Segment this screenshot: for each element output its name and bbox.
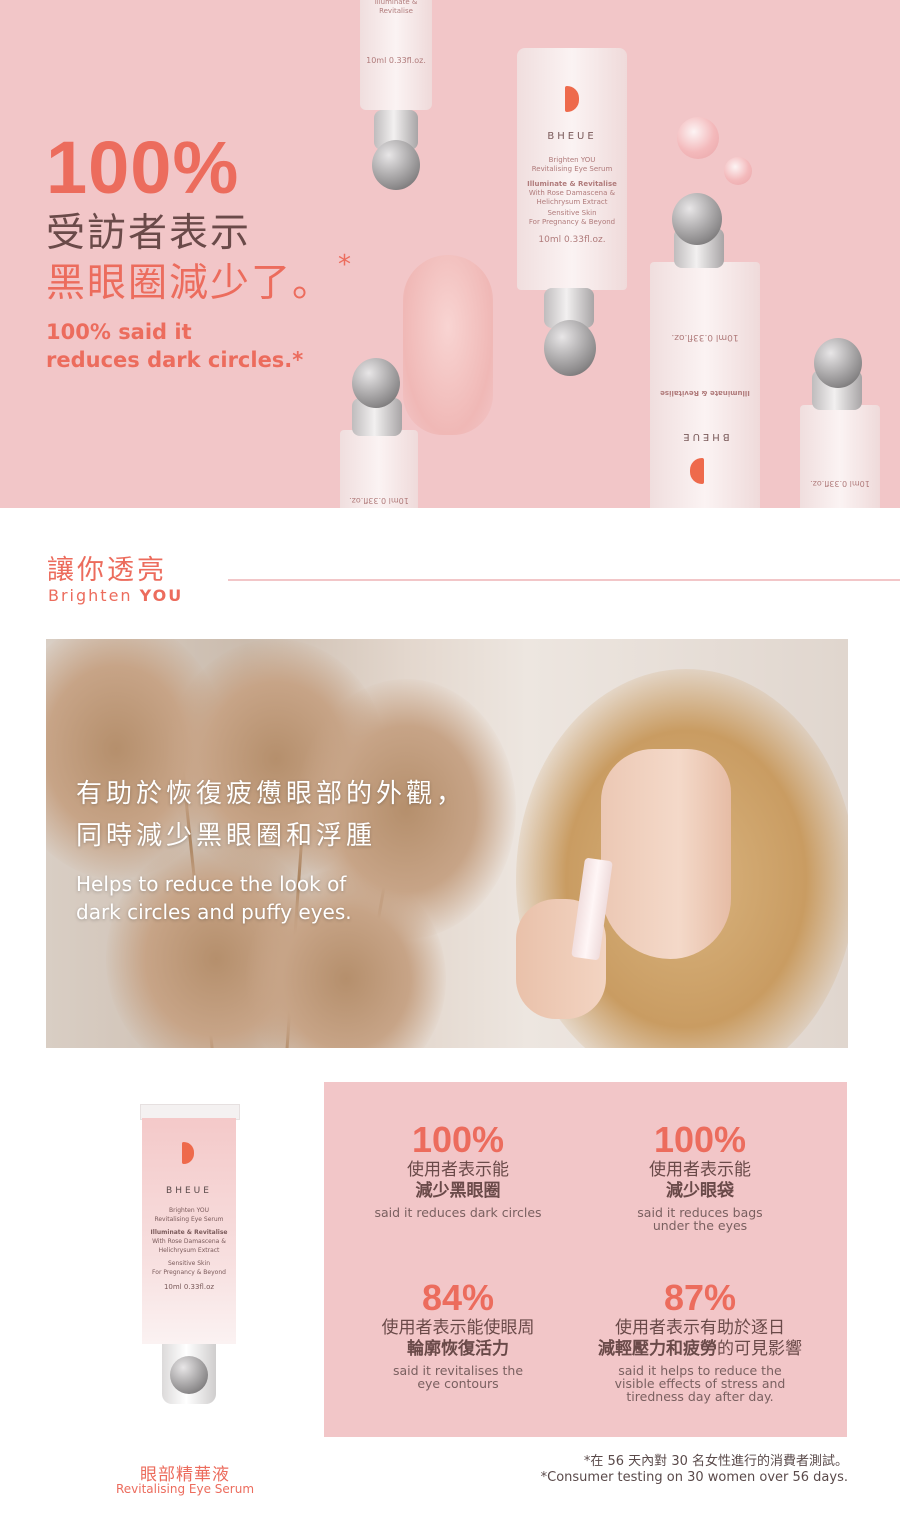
hero-headline-zh-2: 黑眼圈減少了。 — [46, 261, 334, 306]
tube-subtitle: Revitalising Eye Serum — [531, 165, 613, 173]
footnote-en: *Consumer testing on 30 women over 56 da… — [540, 1470, 848, 1485]
tube-volume: 10ml 0.33fl.oz. — [349, 496, 409, 505]
stat-zh-bold: 減少眼袋 — [666, 1181, 734, 1201]
serum-drop — [677, 117, 719, 159]
product-image: BHEUE Brighten YOU Revitalising Eye Seru… — [140, 1104, 240, 1404]
brand-logo — [182, 1142, 194, 1164]
tube-ingredients-2: Helichrysum Extract — [536, 198, 608, 206]
stat-en: said it helps to reduce the visible effe… — [614, 1363, 786, 1404]
results-panel: 100% 使用者表示能 減少黑眼圈 said it reduces dark c… — [324, 1082, 847, 1437]
roller-ball — [544, 320, 596, 376]
product-tube-image: 10ml 0.33fl.oz. — [800, 405, 880, 508]
tube-body: BHEUE Brighten YOU Revitalising Eye Seru… — [142, 1118, 236, 1344]
tube-volume: 10ml 0.33fl.oz. — [366, 56, 426, 65]
tube-claim: Illuminate & Revitalise — [660, 389, 750, 397]
product-label-line: Brighten YOU — [168, 1207, 210, 1214]
hero-headline-zh-1: 受訪者表示 — [46, 211, 252, 256]
tube-volume: 10ml 0.33fl.oz. — [538, 235, 606, 245]
section-title-en: Brighten YOU — [48, 586, 183, 605]
stat-zh-line-2: 減輕壓力和疲勞的可見影響 — [580, 1339, 820, 1360]
stat-en: said it reduces bags under the eyes — [637, 1205, 763, 1233]
product-tube-image: 10ml 0.33fl.oz. Illuminate & Revitalise … — [650, 262, 760, 508]
stat-value: 100% — [653, 1119, 747, 1160]
product-volume: 10ml 0.33fl.oz — [163, 1283, 215, 1291]
tube-volume: 10ml 0.33fl.oz. — [810, 479, 870, 488]
section-title-zh: 讓你透亮 — [47, 555, 167, 586]
tube-pregnancy: For Pregnancy & Beyond — [528, 218, 616, 226]
tube-brand: BHEUE — [680, 431, 730, 442]
photo-caption-en: Helps to reduce the look of dark circles… — [76, 870, 436, 926]
stat-zh-bold: 輪廓恢復活力 — [407, 1339, 509, 1359]
stat-en: said it reduces dark circles — [374, 1205, 542, 1220]
product-name-en: Revitalising Eye Serum — [115, 1482, 255, 1496]
stat-eye-bags: 100% 使用者表示能 減少眼袋 said it reduces bags un… — [580, 1119, 820, 1233]
stat-value: 87% — [663, 1277, 737, 1318]
stat-en: said it revitalises the eye contours — [392, 1363, 524, 1391]
tube-label: Illuminate & Revitalise — [374, 0, 418, 15]
product-tube-image: BHEUE Brighten YOU Revitalising Eye Seru… — [517, 48, 627, 290]
stat-dark-circles: 100% 使用者表示能 減少黑眼圈 said it reduces dark c… — [338, 1119, 578, 1220]
stat-zh: 使用者表示能 — [649, 1160, 751, 1180]
model-face — [601, 749, 731, 959]
hero-banner: Illuminate & Revitalise 10ml 0.33fl.oz. … — [0, 0, 900, 508]
stat-zh: 使用者表示能使眼周 — [381, 1318, 535, 1338]
product-label-line: Sensitive Skin — [167, 1260, 211, 1267]
stat-value: 100% — [411, 1119, 505, 1160]
brand-logo — [565, 86, 579, 112]
hero-stat: 100% — [46, 126, 240, 209]
tube-ingredients: With Rose Damascena & — [528, 189, 616, 197]
roller-ball — [814, 338, 862, 388]
stat-value: 84% — [421, 1277, 495, 1318]
brand-logo — [690, 458, 704, 484]
stat-zh-bold: 減輕壓力和疲勞 — [598, 1339, 717, 1359]
serum-swatch — [403, 255, 493, 435]
roller-ball — [672, 193, 722, 245]
section-title-en-light: Brighten — [48, 586, 133, 605]
stat-zh-bold: 減少黑眼圈 — [415, 1181, 501, 1201]
tube-product-name: Brighten YOU — [548, 156, 596, 164]
product-label: Brighten YOU Revitalising Eye Serum Illu… — [142, 1206, 236, 1292]
tube-volume: 10ml 0.33fl.oz. — [671, 332, 739, 342]
hero-asterisk: * — [338, 250, 351, 280]
tube-claim: Illuminate & Revitalise — [527, 180, 617, 188]
product-label-line: Revitalising Eye Serum — [154, 1216, 224, 1223]
roller-ball — [170, 1356, 208, 1394]
section-title-en-bold: YOU — [139, 586, 184, 605]
photo-caption-zh-2: 同時減少黑眼圈和浮腫 — [76, 821, 377, 851]
product-label-line: Helichrysum Extract — [158, 1247, 220, 1254]
stat-zh-tail: 的可見影響 — [717, 1339, 802, 1359]
footnote-zh: *在 56 天內對 30 名女性進行的消費者測試。 — [583, 1454, 848, 1469]
product-brand: BHEUE — [166, 1186, 212, 1196]
roller-ball — [372, 140, 420, 190]
photo-caption-zh: 有助於恢復疲憊眼部的外觀， 同時減少黑眼圈和浮腫 — [76, 773, 466, 857]
product-label-line: With Rose Damascena & — [152, 1238, 226, 1245]
hero-english-line-1: 100% said it — [46, 320, 192, 344]
serum-drop — [724, 157, 752, 185]
product-tube-image: 10ml 0.33fl.oz. — [340, 430, 418, 508]
photo-caption-en-1: Helps to reduce the look of — [76, 872, 347, 896]
stat-zh: 使用者表示有助於逐日 — [615, 1318, 785, 1338]
product-label-line: For Pregnancy & Beyond — [152, 1269, 226, 1276]
hero-english-text: 100% said it reduces dark circles.* — [46, 318, 366, 374]
photo-caption-en-2: dark circles and puffy eyes. — [76, 900, 352, 924]
stat-zh: 使用者表示能 — [407, 1160, 509, 1180]
stat-eye-contours: 84% 使用者表示能使眼周 輪廓恢復活力 said it revitalises… — [338, 1277, 578, 1391]
tube-brand: BHEUE — [547, 131, 597, 142]
product-tube-image: Illuminate & Revitalise 10ml 0.33fl.oz. — [360, 0, 432, 110]
hero-english-line-2: reduces dark circles.* — [46, 348, 304, 372]
stat-stress-tiredness: 87% 使用者表示有助於逐日 減輕壓力和疲勞的可見影響 said it help… — [580, 1277, 820, 1404]
lifestyle-photo: 有助於恢復疲憊眼部的外觀， 同時減少黑眼圈和浮腫 Helps to reduce… — [46, 639, 848, 1048]
section-divider — [228, 579, 900, 581]
tube-skin: Sensitive Skin — [547, 209, 597, 217]
photo-caption-zh-1: 有助於恢復疲憊眼部的外觀， — [76, 779, 467, 809]
product-label-line: Illuminate & Revitalise — [150, 1229, 228, 1236]
